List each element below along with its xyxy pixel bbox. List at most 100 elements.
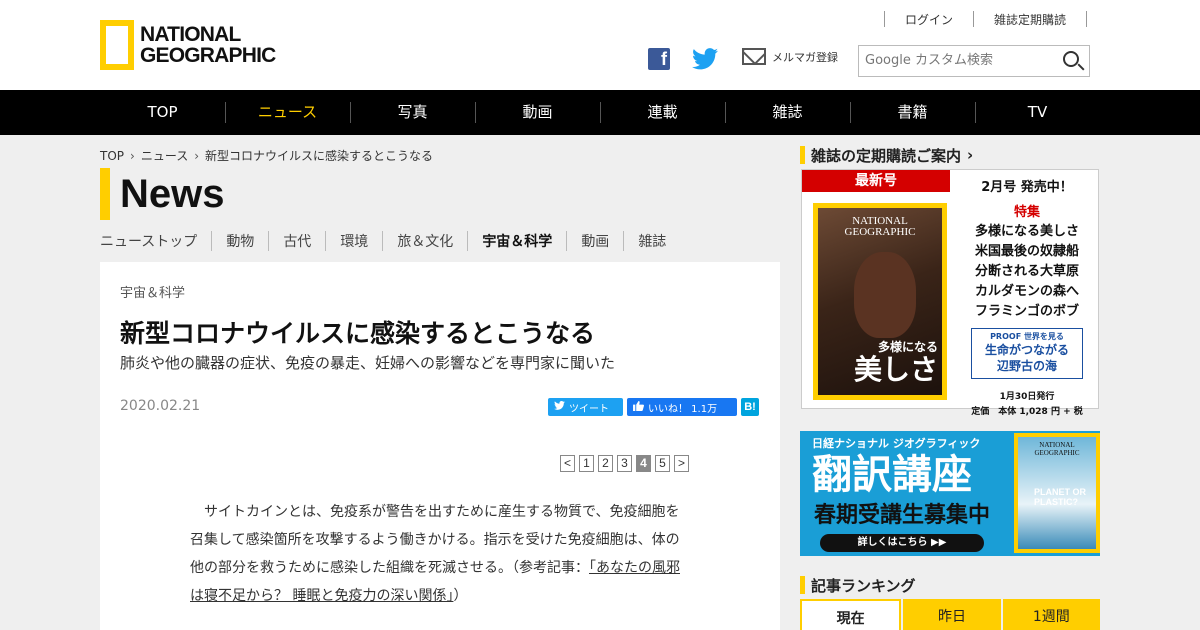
course-magazine-cover: NATIONAL GEOGRAPHIC PLANET OR PLASTIC? (1014, 433, 1100, 553)
tab-news-top[interactable]: ニューストップ (100, 231, 211, 251)
heading-accent-bar (800, 146, 805, 164)
section-title-text: News (120, 171, 225, 216)
feature-item: カルダモンの森へ (974, 284, 1079, 299)
main-nav: TOP ニュース 写真 動画 連載 雑誌 書籍 TV (0, 90, 1200, 135)
facebook-like-button[interactable]: いいね！ 1.1万 (627, 398, 737, 416)
nav-magazine[interactable]: 雑誌 (725, 90, 850, 135)
nav-photo[interactable]: 写真 (350, 90, 475, 135)
feature-item: 多様になる美しさ (974, 224, 1079, 239)
issue-date: 1月30日発行 (999, 392, 1055, 402)
like-label: いいね！ 1.1万 (648, 403, 718, 415)
facebook-icon[interactable]: f (648, 48, 670, 70)
breadcrumb-news[interactable]: ニュース (141, 147, 188, 164)
magazine-promo[interactable]: 最新号 NATIONAL GEOGRAPHIC 多様になる 美しさ 2月号 発売… (801, 169, 1099, 417)
article-date: 2020.02.21 (120, 398, 201, 414)
cover-masthead: NATIONAL GEOGRAPHIC (1034, 441, 1080, 457)
cover-headline: 多様になる 美しさ (853, 340, 938, 386)
tab-animals[interactable]: 動物 (211, 231, 268, 251)
breadcrumb-top[interactable]: TOP (100, 149, 124, 163)
logo-line-2: GEOGRAPHIC (140, 44, 276, 67)
pager-3[interactable]: 3 (617, 455, 632, 472)
tab-video[interactable]: 動画 (566, 231, 623, 251)
feature-item: フラミンゴのボブ (974, 304, 1079, 319)
feature-item: 分断される大草原 (974, 264, 1079, 279)
nav-news[interactable]: ニュース (225, 90, 350, 135)
chevron-right-icon: › (130, 148, 135, 163)
logo-yellow-border-icon (100, 20, 134, 70)
issue-label: 2月号 発売中！ (981, 180, 1073, 195)
tab-travel-culture[interactable]: 旅＆文化 (382, 231, 467, 251)
category-tabs: ニューストップ 動物 古代 環境 旅＆文化 宇宙＆科学 動画 雑誌 (100, 230, 680, 252)
breadcrumb-current: 新型コロナウイルスに感染するとこうなる (205, 149, 434, 163)
newsletter-label: メルマガ登録 (772, 50, 838, 64)
latest-issue-label: 最新号 (802, 170, 950, 192)
course-subtitle: 春期受講生募集中 (814, 503, 991, 528)
pager-next[interactable]: > (674, 455, 689, 472)
feature-item: 米国最後の奴隷船 (974, 244, 1079, 259)
article-title: 新型コロナウイルスに感染するとこうなる (120, 319, 596, 348)
national-geographic-logo[interactable]: NATIONAL GEOGRAPHIC (100, 20, 276, 70)
tweet-button[interactable]: ツイート (548, 398, 623, 416)
article-category[interactable]: 宇宙＆科学 (120, 282, 185, 301)
tab-environment[interactable]: 環境 (325, 231, 382, 251)
nav-video[interactable]: 動画 (475, 90, 600, 135)
ranking-tabs: 現在 昨日 1週間 (800, 599, 1100, 630)
cover-masthead: NATIONAL GEOGRAPHIC (844, 215, 916, 238)
tab-ancient[interactable]: 古代 (268, 231, 325, 251)
feature-list: 多様になる美しさ 米国最後の奴隷船 分断される大草原 カルダモンの森へ フラミン… (962, 222, 1092, 322)
top-links: ログイン 雑誌定期購読 (884, 10, 1088, 28)
course-title: 翻訳講座 (812, 452, 972, 498)
cover-portrait (854, 252, 916, 338)
pager-prev[interactable]: < (560, 455, 575, 472)
ranking-tab-yesterday[interactable]: 昨日 (903, 599, 1001, 630)
nav-top[interactable]: TOP (100, 90, 225, 135)
tab-magazine[interactable]: 雑誌 (623, 231, 680, 251)
proof-box: PROOF 世界を見る 生命がつながる 辺野古の海 (971, 328, 1083, 379)
article-paragraph: サイトカインとは、免疫系が警告を出すために産生する物質で、免疫細胞を召集して感染… (190, 504, 680, 604)
chevron-right-icon: › (967, 146, 974, 164)
ranking-tab-week[interactable]: 1週間 (1002, 599, 1100, 630)
cover-headline: PLANET OR PLASTIC? (1034, 487, 1087, 507)
pager-1[interactable]: 1 (579, 455, 594, 472)
issue-price: 定価 本体 1,028 円 + 税 (971, 407, 1083, 417)
search-icon[interactable] (1063, 51, 1079, 67)
logo-line-1: NATIONAL (140, 23, 241, 46)
pager-2[interactable]: 2 (598, 455, 613, 472)
breadcrumb: TOP › ニュース › 新型コロナウイルスに感染するとこうなる (100, 147, 433, 164)
ranking-tab-now[interactable]: 現在 (800, 599, 902, 630)
twitter-icon (554, 401, 565, 413)
tweet-label: ツイート (569, 403, 609, 415)
nav-tv[interactable]: TV (975, 90, 1100, 135)
subscription-link[interactable]: 雑誌定期購読 (974, 11, 1086, 28)
pager-4-current: 4 (636, 455, 651, 472)
search-input[interactable] (865, 46, 1055, 74)
newsletter-link[interactable]: メルマガ登録 (742, 48, 838, 65)
pagination: < 1 2 3 4 5 > (560, 455, 693, 472)
article-body: サイトカインとは、免疫系が警告を出すために産生する物質で、免疫細胞を召集して感染… (190, 498, 690, 610)
divider (1086, 11, 1088, 27)
feature-label: 特集 (1013, 205, 1040, 220)
article-subtitle: 肺炎や他の臓器の症状、免疫の暴走、妊婦への影響などを専門家に聞いた (120, 354, 616, 372)
tab-space-science[interactable]: 宇宙＆科学 (467, 231, 566, 251)
heading-accent-bar (800, 576, 805, 594)
magazine-cover-image[interactable]: NATIONAL GEOGRAPHIC 多様になる 美しさ (813, 203, 947, 400)
course-details-button[interactable]: 詳しくはこちら ▶▶ (820, 534, 984, 552)
course-brand: 日経ナショナル ジオグラフィック (812, 437, 981, 450)
magazine-info: 2月号 発売中！ 特集 多様になる美しさ 米国最後の奴隷船 分断される大草原 カ… (962, 176, 1092, 417)
magazine-subscription-heading[interactable]: 雑誌の定期購読ご案内 › (800, 145, 973, 165)
thumbs-up-icon (633, 400, 644, 414)
translation-course-banner[interactable]: 日経ナショナル ジオグラフィック 翻訳講座 春期受講生募集中 詳しくはこちら ▶… (800, 431, 1100, 556)
nav-series[interactable]: 連載 (600, 90, 725, 135)
nav-books[interactable]: 書籍 (850, 90, 975, 135)
ranking-heading: 記事ランキング (800, 575, 916, 595)
twitter-icon[interactable] (692, 48, 718, 70)
chevron-right-icon: › (194, 148, 200, 163)
site-header: NATIONAL GEOGRAPHIC ログイン 雑誌定期購読 f メルマガ登録 (0, 0, 1200, 90)
title-accent-bar (100, 168, 110, 220)
hatena-bookmark-icon[interactable]: B! (741, 398, 759, 416)
pager-5[interactable]: 5 (655, 455, 670, 472)
mail-icon (742, 48, 766, 65)
login-link[interactable]: ログイン (885, 11, 973, 28)
article-card: 宇宙＆科学 新型コロナウイルスに感染するとこうなる 肺炎や他の臓器の症状、免疫の… (100, 262, 780, 630)
section-title: News (100, 168, 225, 220)
